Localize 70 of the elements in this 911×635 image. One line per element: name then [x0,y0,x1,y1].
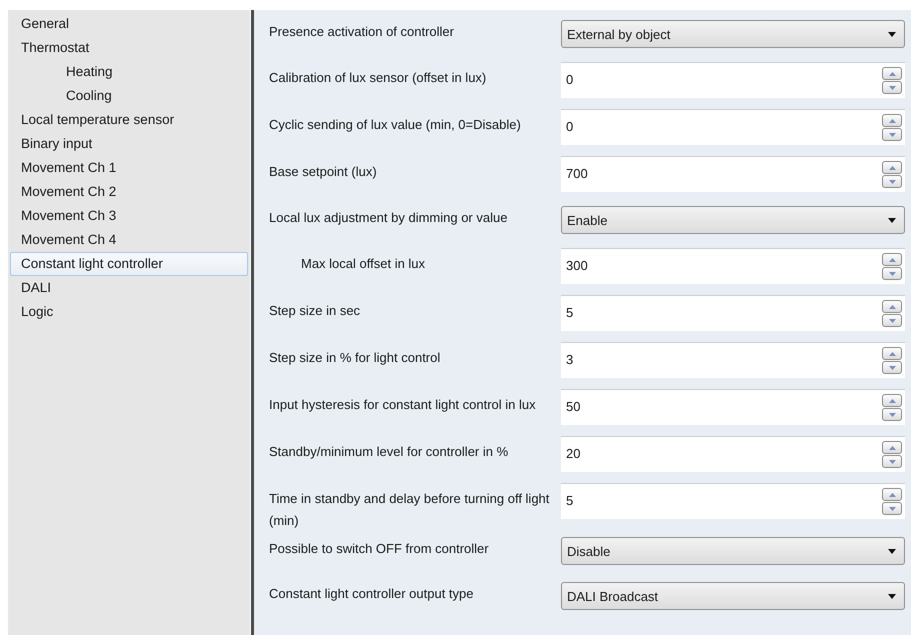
spin-down-button[interactable] [882,267,902,280]
spin-down-button[interactable] [882,81,902,94]
down-triangle-icon [888,86,896,90]
up-triangle-icon [888,446,896,450]
up-triangle-icon [888,304,896,308]
spin-down-button[interactable] [882,175,902,188]
down-triangle-icon [888,366,896,370]
spin-up-button[interactable] [882,253,902,266]
spin-up-button[interactable] [882,161,902,174]
sidebar-item[interactable]: Movement Ch 1 [10,156,248,180]
caret-icon [888,594,896,598]
caret-icon [888,218,896,222]
spin-up-button[interactable] [882,114,902,127]
parameter-label: Cyclic sending of lux value (min, 0=Disable) [269,116,522,134]
up-triangle-icon [888,258,896,262]
down-triangle-icon [888,318,896,322]
spin-up-button[interactable] [882,441,902,454]
sidebar-item[interactable]: Cooling [10,84,248,108]
down-triangle-icon [888,460,896,464]
parameter-label: Time in standby and delay before turning off light (min) [269,490,550,530]
sidebar-item[interactable]: Movement Ch 2 [10,180,248,204]
sidebar-item[interactable]: DALI [10,276,248,300]
caret-icon [888,548,896,554]
parameter-label: Local lux adjustment by dimming or value [269,209,508,227]
parameter-label: Max local offset in lux [300,255,426,273]
spin-up-button[interactable] [882,488,902,501]
up-triangle-icon [888,492,896,496]
sidebar-item[interactable]: Local temperature sensor [10,108,248,132]
spin-up-button[interactable] [882,347,902,360]
dropdown[interactable]: DALI Broadcast [561,582,905,610]
sidebar-item[interactable]: Thermostat [10,36,248,60]
spin-down-button[interactable] [882,128,902,141]
up-triangle-icon [888,118,896,122]
spin-up-button[interactable] [882,67,902,80]
sidebar-item[interactable]: Movement Ch 3 [10,204,248,228]
spin-up-button[interactable] [882,300,902,313]
down-triangle-icon [888,272,896,276]
parameter-label: Possible to switch OFF from controller [269,540,490,558]
parameter-label: Input hysteresis for constant light control in lux [269,396,537,414]
sidebar-item[interactable]: Constant light controller [10,252,248,276]
up-triangle-icon [888,398,896,402]
dropdown[interactable]: External by object [561,20,905,48]
spin-down-button[interactable] [882,408,902,421]
parameter-label: Calibration of lux sensor (offset in lux) [269,69,488,87]
sidebar-item[interactable]: Binary input [10,132,248,156]
parameter-label: Constant light controller output type [269,585,475,603]
dropdown[interactable]: Enable [561,206,905,234]
up-triangle-icon [888,166,896,170]
down-triangle-icon [888,506,896,510]
down-triangle-icon [888,180,896,184]
spin-down-button[interactable] [882,455,902,468]
parameter-label: Step size in % for light control [269,349,442,367]
spin-down-button[interactable] [882,502,902,515]
up-triangle-icon [888,352,896,356]
parameter-label: Standby/minimum level for controller in % [269,443,510,461]
dropdown[interactable]: Disable [561,537,905,565]
sidebar-item[interactable]: Logic [10,300,248,324]
sidebar-item[interactable]: General [10,12,248,36]
caret-icon [888,32,896,36]
spin-down-button[interactable] [882,361,902,374]
spin-up-button[interactable] [882,394,902,407]
down-triangle-icon [888,412,896,416]
down-triangle-icon [888,132,896,136]
parameter-label: Presence activation of controller [269,23,455,41]
parameter-label: Step size in sec [269,302,362,320]
sidebar-item[interactable]: Heating [10,60,248,84]
parameter-label: Base setpoint (lux) [269,163,378,181]
sidebar-item[interactable]: Movement Ch 4 [10,228,248,252]
spin-down-button[interactable] [882,314,902,327]
up-triangle-icon [888,72,896,76]
